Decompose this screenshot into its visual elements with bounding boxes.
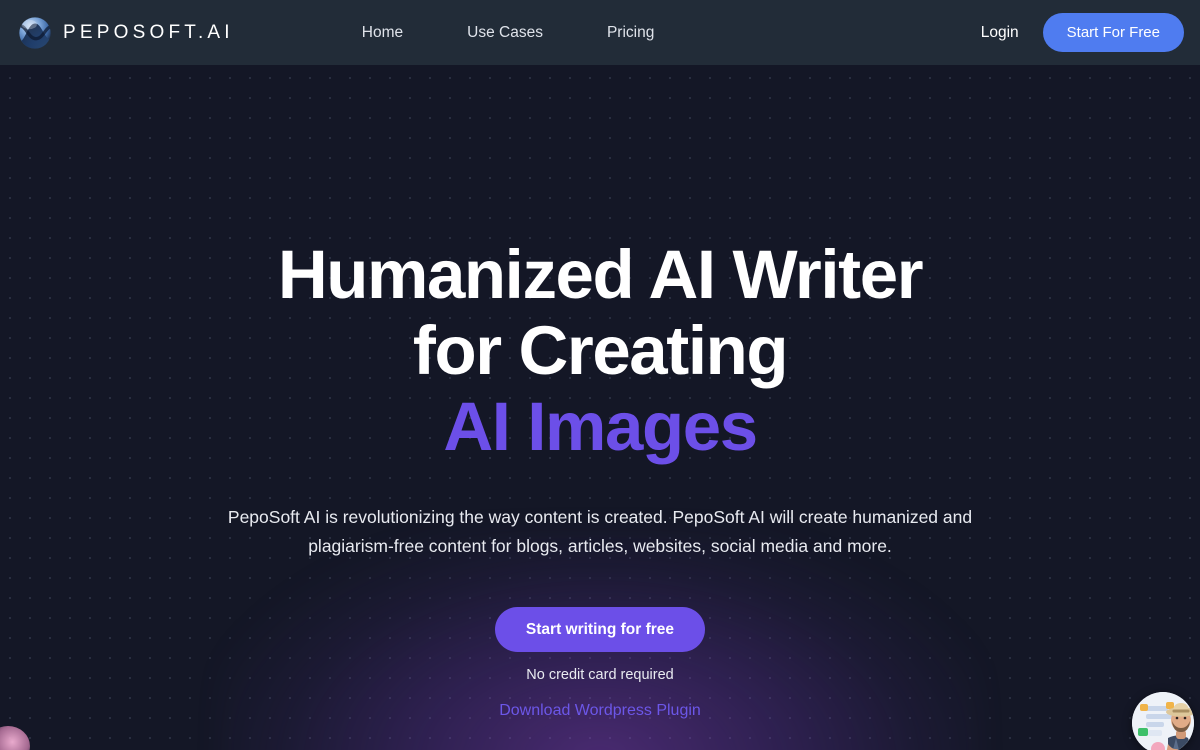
nav-item-use-cases[interactable]: Use Cases [435, 24, 575, 42]
logo-text: PEPOSOFT.AI [63, 21, 234, 43]
sphere-logo-icon [16, 14, 54, 52]
site-header: PEPOSOFT.AI Home Use Cases Pricing Login… [0, 0, 1200, 65]
start-writing-for-free-button[interactable]: Start writing for free [494, 607, 706, 652]
headline-line-2: Creating [518, 312, 788, 389]
video-chat-avatar-widget[interactable] [1132, 692, 1194, 750]
hero-section: Humanized AI Writer for Creating AI Imag… [0, 65, 1200, 750]
pink-corner-glow [0, 726, 30, 750]
main-navigation: Home Use Cases Pricing [330, 24, 687, 42]
nav-item-pricing[interactable]: Pricing [575, 24, 686, 42]
nav-item-home[interactable]: Home [330, 24, 435, 42]
download-wordpress-plugin-link[interactable]: Download Wordpress Plugin [499, 702, 701, 720]
no-credit-card-note: No credit card required [526, 667, 674, 683]
hero-subheadline: PepoSoft AI is revolutionizing the way c… [227, 507, 973, 556]
video-chat-avatar-icon [1132, 692, 1194, 750]
sphere-logo-icon-svg [19, 16, 51, 49]
logo[interactable]: PEPOSOFT.AI [16, 14, 234, 52]
page-title: Humanized AI Writer for Creating AI Imag… [240, 237, 960, 465]
header-actions: Login Start For Free [981, 0, 1184, 65]
hero-cta-group: Start writing for free No credit card re… [0, 607, 1200, 720]
headline-accent: AI Images [443, 388, 758, 465]
hero-content: Humanized AI Writer for Creating AI Imag… [0, 65, 1200, 720]
login-link[interactable]: Login [981, 24, 1019, 42]
start-for-free-button[interactable]: Start For Free [1042, 13, 1184, 52]
